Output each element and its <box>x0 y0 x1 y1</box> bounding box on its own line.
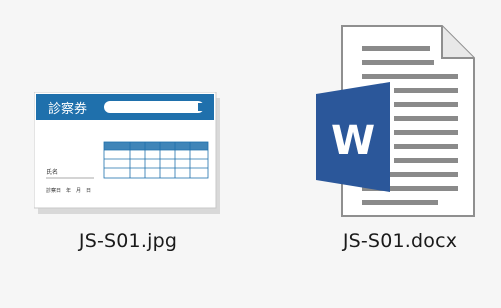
file-item-jpg[interactable]: 診察券 氏名 診察日 年 月 日 JS-S01.jpg <box>28 86 228 266</box>
thumbnail-title: 診察券 <box>48 101 87 117</box>
thumbnail-name-label: 氏名 <box>46 168 58 176</box>
file-name-label[interactable]: JS-S01.jpg <box>28 230 228 252</box>
word-document-icon: W <box>316 25 475 217</box>
word-badge-letter: W <box>331 118 375 164</box>
file-name-label[interactable]: JS-S01.docx <box>300 230 500 252</box>
image-thumbnail-icon: 診察券 氏名 診察日 年 月 日 <box>34 92 220 214</box>
thumbnail-date-label: 診察日 年 月 日 <box>46 187 91 194</box>
file-item-docx[interactable]: W JS-S01.docx <box>300 20 500 266</box>
